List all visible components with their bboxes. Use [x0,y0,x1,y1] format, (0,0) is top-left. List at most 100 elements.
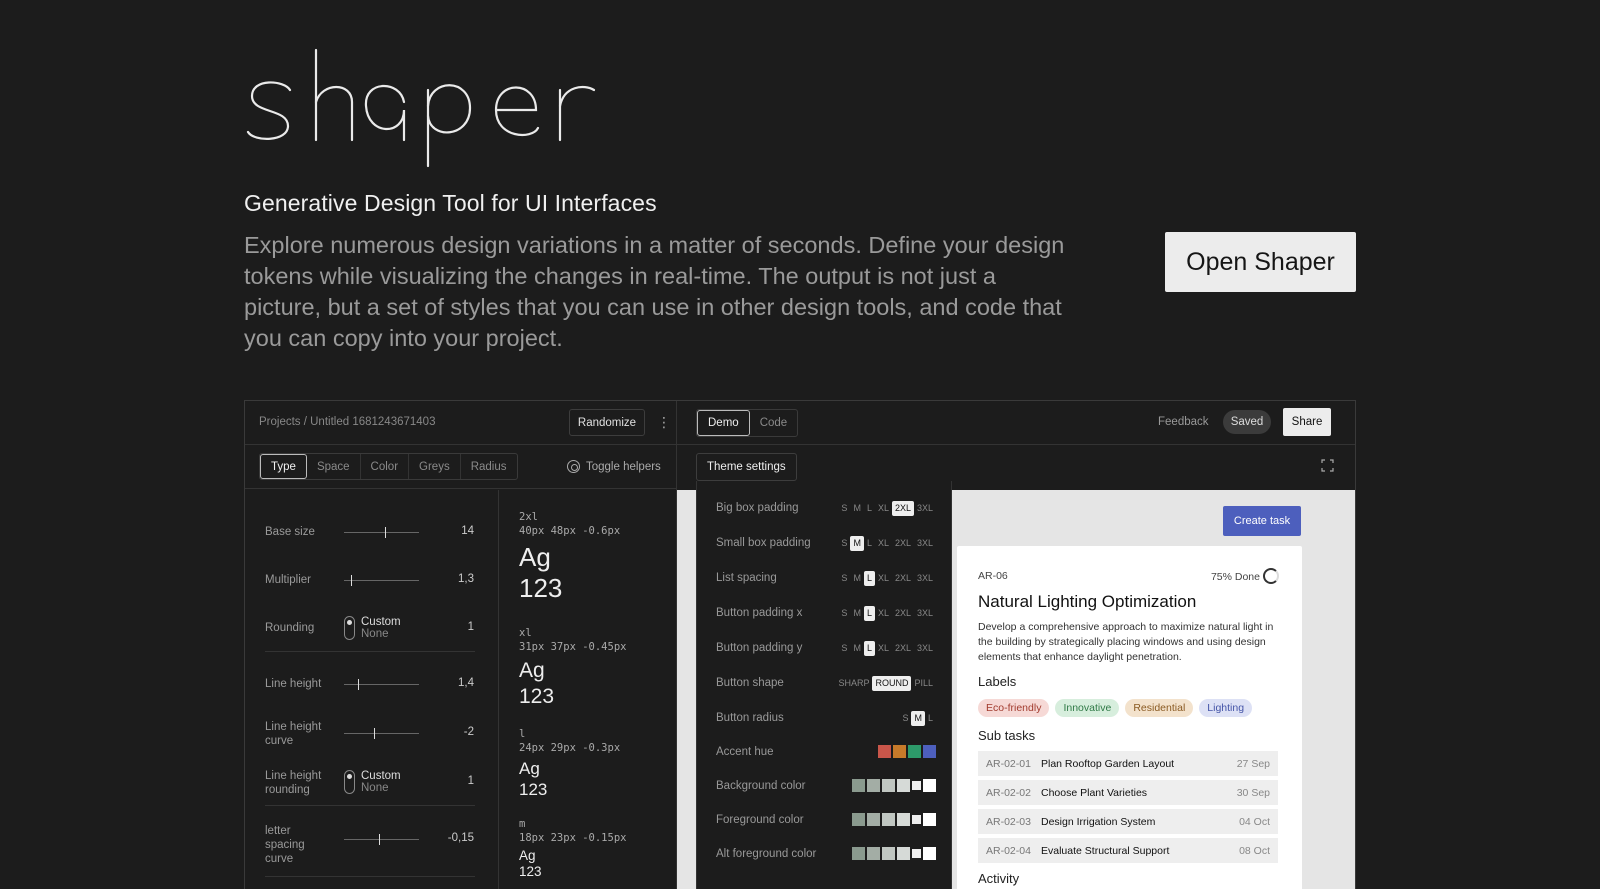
tab-code[interactable]: Code [750,410,797,436]
letter-spacing-curve-slider[interactable] [344,834,419,845]
option-m[interactable]: M [850,536,864,551]
option-3xl[interactable]: 3XL [914,571,936,586]
tab-type[interactable]: Type [260,454,307,479]
option-2xl[interactable]: 2XL [892,606,914,621]
tab-demo[interactable]: Demo [697,410,750,436]
color-swatch[interactable] [897,847,910,860]
more-options-icon[interactable]: ⋮ [657,415,671,429]
color-swatch[interactable] [867,847,880,860]
slider-thumb[interactable] [374,728,375,739]
list-item[interactable]: AR-02-02 Choose Plant Varieties 30 Sep [978,780,1278,805]
color-swatch[interactable] [897,813,910,826]
option-sharp[interactable]: SHARP [835,676,872,691]
rounding-none[interactable]: None [361,628,401,640]
rounding-custom[interactable]: Custom [361,616,401,628]
option-l[interactable]: L [863,571,875,586]
option-s[interactable]: S [838,536,850,551]
option-xl[interactable]: XL [875,571,892,586]
label-tag[interactable]: Innovative [1055,699,1120,717]
label-tag[interactable]: Lighting [1199,699,1253,717]
label-tag[interactable]: Residential [1125,699,1194,717]
open-shaper-button[interactable]: Open Shaper [1165,232,1356,292]
tab-greys[interactable]: Greys [409,454,461,479]
color-swatch[interactable] [912,815,921,824]
lhr-none[interactable]: None [361,782,401,794]
color-swatch[interactable] [882,779,895,792]
create-task-button[interactable]: Create task [1223,506,1301,536]
color-swatch[interactable] [923,847,936,860]
option-3xl[interactable]: 3XL [914,536,936,551]
option-l[interactable]: L [864,536,875,551]
color-swatch[interactable] [923,779,936,792]
option-l[interactable]: L [863,641,875,656]
slider-thumb[interactable] [379,834,380,845]
option-3xl[interactable]: 3XL [914,501,936,516]
option-s[interactable]: S [838,501,850,516]
line-height-curve-slider[interactable] [344,728,419,739]
base-size-slider[interactable] [344,527,419,538]
tab-color[interactable]: Color [361,454,410,479]
option-l[interactable]: L [925,711,936,726]
option-m[interactable]: M [911,711,925,726]
option-s[interactable]: S [899,711,911,726]
label-tag[interactable]: Eco-friendly [978,699,1050,717]
slider-thumb[interactable] [358,679,359,690]
list-item[interactable]: AR-02-04 Evaluate Structural Support 08 Oc… [978,838,1278,863]
share-button[interactable]: Share [1283,408,1331,436]
option-s[interactable]: S [838,606,850,621]
color-swatch[interactable] [923,745,936,758]
rounding-radio[interactable] [344,616,355,640]
line-height-rounding-radio[interactable] [344,770,355,794]
color-swatch[interactable] [893,745,906,758]
option-xl[interactable]: XL [875,501,892,516]
option-2xl[interactable]: 2XL [891,501,914,516]
line-height-slider[interactable] [344,679,419,690]
tab-radius[interactable]: Radius [461,454,517,479]
color-swatch[interactable] [882,813,895,826]
option-2xl[interactable]: 2XL [892,536,914,551]
option-xl[interactable]: XL [875,606,892,621]
rounding-options[interactable]: Custom None [361,616,401,640]
multiplier-slider[interactable] [344,575,419,586]
slider-thumb[interactable] [351,575,352,586]
color-swatch[interactable] [867,813,880,826]
option-m[interactable]: M [850,641,864,656]
color-swatch[interactable] [912,849,921,858]
toggle-helpers-button[interactable]: Toggle helpers [567,460,661,473]
slider-thumb[interactable] [385,527,386,538]
feedback-link[interactable]: Feedback [1158,416,1209,428]
option-2xl[interactable]: 2XL [892,641,914,656]
list-item[interactable]: AR-02-03 Design Irrigation System 04 Oct [978,809,1278,834]
option-xl[interactable]: XL [875,536,892,551]
option-m[interactable]: M [850,571,864,586]
randomize-button[interactable]: Randomize [569,409,645,436]
tab-space[interactable]: Space [307,454,361,479]
color-swatch[interactable] [923,813,936,826]
option-l[interactable]: L [864,501,875,516]
color-swatch[interactable] [912,781,921,790]
option-m[interactable]: M [850,501,864,516]
color-swatch[interactable] [852,847,865,860]
option-pill[interactable]: PILL [911,676,936,691]
line-height-rounding-options[interactable]: Custom None [361,770,401,794]
option-3xl[interactable]: 3XL [914,641,936,656]
color-swatch[interactable] [867,779,880,792]
color-swatch[interactable] [897,779,910,792]
color-swatch[interactable] [852,779,865,792]
option-s[interactable]: S [838,641,850,656]
breadcrumb[interactable]: Projects / Untitled 1681243671403 [259,416,435,428]
option-s[interactable]: S [838,571,850,586]
option-round[interactable]: ROUND [872,676,912,691]
option-xl[interactable]: XL [875,641,892,656]
option-3xl[interactable]: 3XL [914,606,936,621]
theme-settings-button[interactable]: Theme settings [696,453,797,481]
color-swatch[interactable] [878,745,891,758]
color-swatch[interactable] [882,847,895,860]
color-swatch[interactable] [852,813,865,826]
fullscreen-icon[interactable] [1321,459,1334,472]
option-l[interactable]: L [863,606,875,621]
color-swatch[interactable] [908,745,921,758]
lhr-custom[interactable]: Custom [361,770,401,782]
option-m[interactable]: M [850,606,864,621]
list-item[interactable]: AR-02-01 Plan Rooftop Garden Layout 27 Sep [978,751,1278,776]
